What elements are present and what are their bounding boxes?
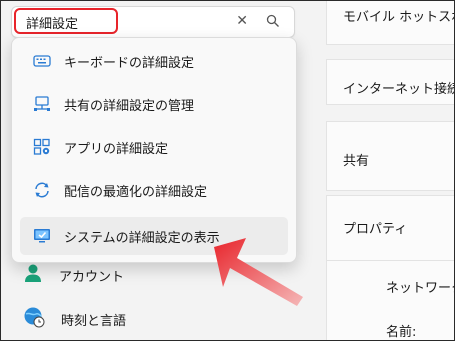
- card-internet-connection[interactable]: インターネット接続を共: [326, 59, 454, 105]
- system-monitor-icon: [32, 226, 52, 246]
- suggestion-label: 配信の最適化の詳細設定: [64, 184, 208, 200]
- network-share-icon: [32, 94, 52, 114]
- suggestion-label: キーボードの詳細設定: [64, 55, 195, 71]
- suggestion-app-advanced[interactable]: アプリの詳細設定: [20, 128, 288, 166]
- suggestion-label: 共有の詳細設定の管理: [64, 98, 195, 114]
- search-icon[interactable]: [266, 14, 280, 28]
- suggestion-system-advanced[interactable]: システムの詳細設定の表示: [20, 217, 288, 255]
- card-sharing[interactable]: 共有: [326, 121, 454, 191]
- search-suggestions-dropdown: キーボードの詳細設定 共有の詳細設定の管理 アプリの詳細設定 配信の最適化の詳細…: [11, 37, 297, 263]
- nav-item-time-language[interactable]: 時刻と言語: [23, 306, 126, 332]
- card-internet-connection-label: インターネット接続を共: [343, 82, 454, 97]
- suggestion-label: システムの詳細設定の表示: [64, 230, 220, 246]
- account-icon: [23, 263, 43, 287]
- suggestion-keyboard-advanced[interactable]: キーボードの詳細設定: [20, 42, 288, 80]
- card-sharing-label: 共有: [343, 154, 370, 169]
- suggestion-delivery-optimization[interactable]: 配信の最適化の詳細設定: [20, 171, 288, 209]
- card-properties-label: プロパティ: [343, 222, 408, 237]
- name-label: 名前:: [386, 325, 417, 340]
- sync-icon: [32, 180, 52, 200]
- apps-settings-icon: [32, 137, 52, 157]
- suggestion-label: アプリの詳細設定: [64, 141, 169, 157]
- card-mobile-hotspot-label: モバイル ホットスポット: [343, 10, 454, 25]
- nav-item-time-language-label: 時刻と言語: [61, 313, 127, 329]
- nav-item-account-label: アカウント: [59, 269, 125, 285]
- globe-clock-icon: [23, 306, 45, 332]
- card-properties-details: ネットワークの 名前:: [326, 261, 454, 340]
- suggestion-sharing-advanced[interactable]: 共有の詳細設定の管理: [20, 85, 288, 123]
- keyboard-icon: [32, 51, 52, 71]
- card-mobile-hotspot[interactable]: モバイル ホットスポット: [326, 1, 454, 45]
- card-properties[interactable]: プロパティ: [326, 195, 454, 261]
- network-detail-label: ネットワークの: [386, 281, 454, 296]
- settings-window: モバイル ホットスポット インターネット接続を共 共有 プロパティ ネットワーク…: [0, 0, 455, 341]
- search-highlight-annotation: [14, 8, 118, 34]
- nav-item-account[interactable]: アカウント: [23, 263, 124, 287]
- close-icon[interactable]: ✕: [236, 13, 248, 29]
